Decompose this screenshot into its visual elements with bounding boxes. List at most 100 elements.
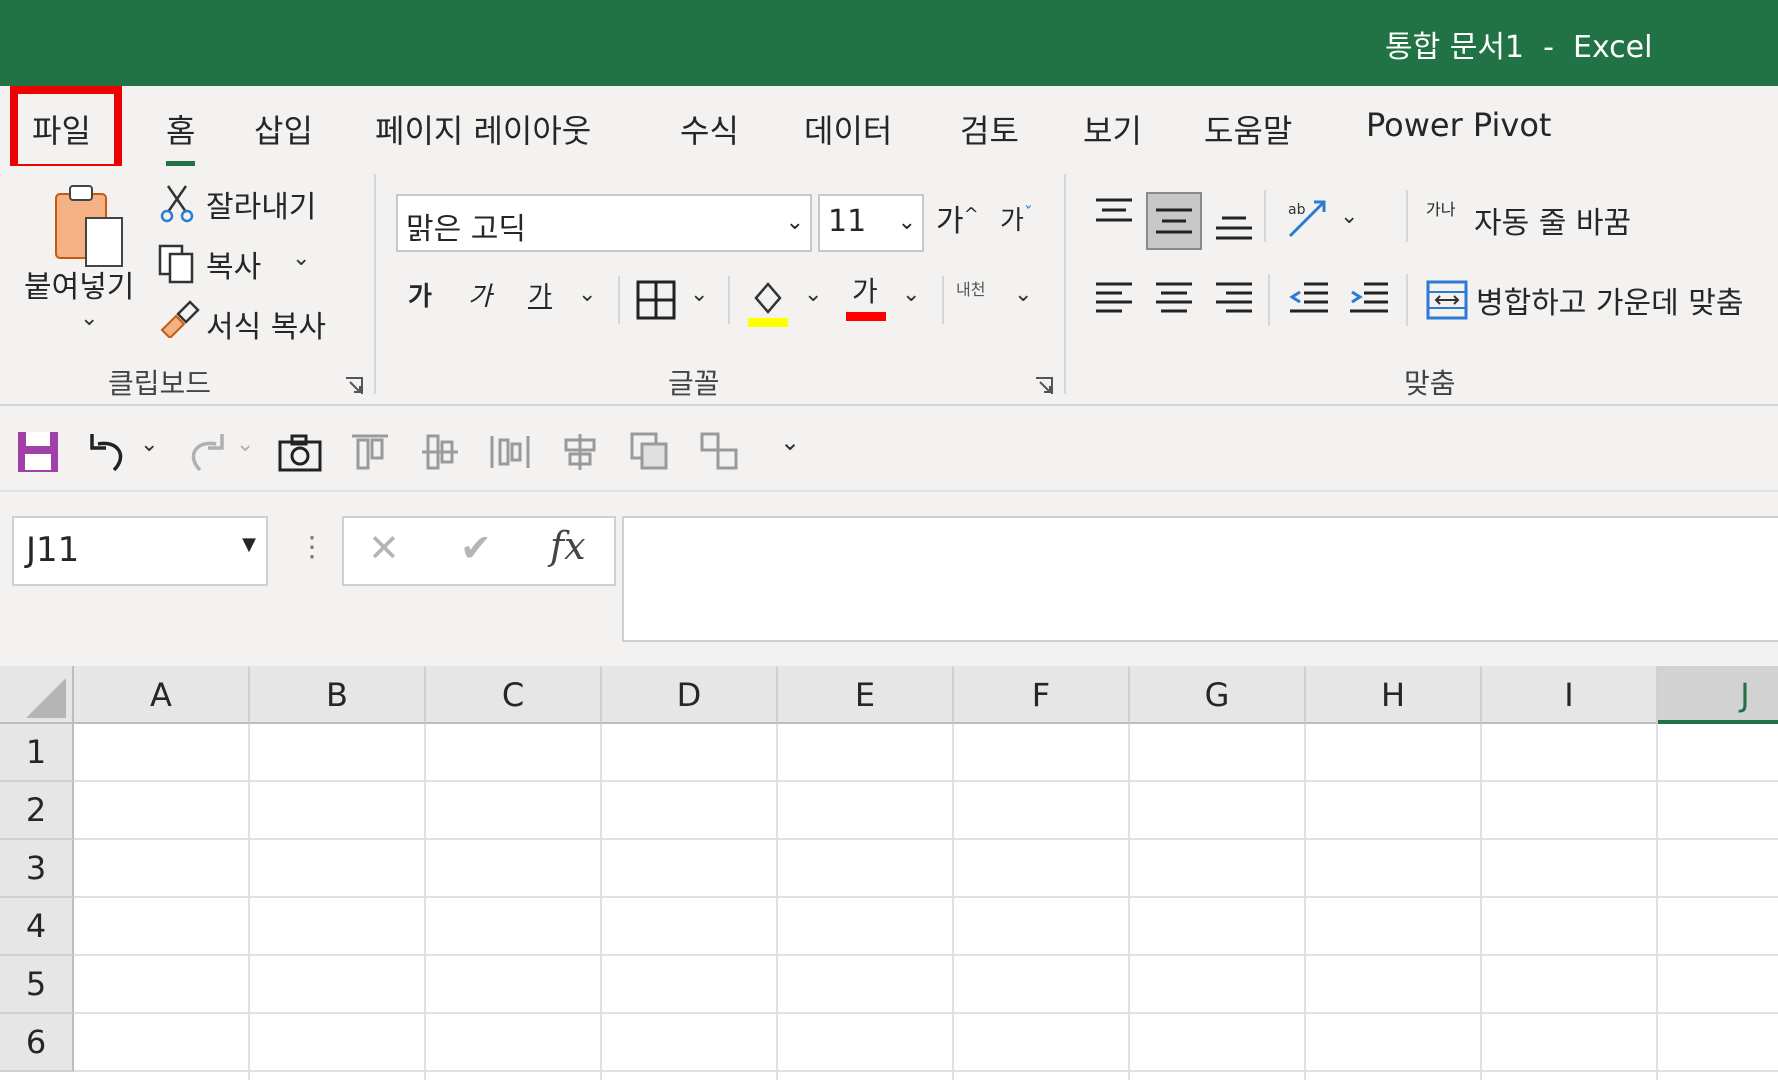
tab-view[interactable]: 보기 — [1083, 106, 1142, 152]
bold-button[interactable]: 가 — [408, 276, 432, 313]
orientation-dropdown-chevron-icon[interactable]: ⌄ — [1340, 204, 1358, 229]
phonetic-guide-button[interactable]: 내천 — [956, 276, 985, 300]
paste-icon[interactable] — [52, 182, 128, 272]
insert-function-button[interactable]: fx — [550, 524, 586, 568]
clipboard-dialog-launcher-icon[interactable] — [344, 376, 364, 396]
grid-row-line — [74, 1070, 1778, 1072]
copy-dropdown-chevron-icon[interactable]: ⌄ — [292, 246, 310, 271]
column-header-e[interactable]: E — [778, 666, 954, 724]
column-header-a[interactable]: A — [74, 666, 250, 724]
row-header-6[interactable]: 6 — [0, 1014, 74, 1072]
customize-qat-icon[interactable]: ⌄ — [780, 428, 800, 456]
tab-page-layout[interactable]: 페이지 레이아웃 — [375, 106, 591, 152]
name-box-dropdown-icon[interactable]: ▼ — [242, 534, 256, 555]
bottom-align-icon[interactable] — [1214, 208, 1254, 242]
merge-center-icon[interactable] — [1426, 280, 1468, 320]
tab-formulas[interactable]: 수식 — [680, 106, 739, 152]
redo-icon[interactable] — [184, 430, 226, 474]
grid-column-line — [1480, 724, 1482, 1080]
column-header-f[interactable]: F — [954, 666, 1130, 724]
copy-button[interactable]: 복사 — [206, 242, 261, 286]
font-name-dropdown[interactable]: 맑은 고딕 ⌄ — [396, 194, 812, 252]
grid-row-line — [74, 954, 1778, 956]
tab-power-pivot[interactable]: Power Pivot — [1366, 106, 1551, 144]
underline-dropdown-chevron-icon[interactable]: ⌄ — [578, 282, 596, 307]
fill-color-icon[interactable] — [746, 274, 790, 330]
save-icon[interactable] — [16, 430, 60, 474]
tab-review[interactable]: 검토 — [960, 106, 1019, 152]
grid-row-line — [74, 1012, 1778, 1014]
tab-insert[interactable]: 삽입 — [254, 106, 313, 152]
column-header-h[interactable]: H — [1306, 666, 1482, 724]
increase-font-size-button[interactable]: 가^ — [936, 196, 979, 240]
row-header-2[interactable]: 2 — [0, 782, 74, 840]
italic-button[interactable]: 가 — [468, 276, 492, 313]
column-header-c[interactable]: C — [426, 666, 602, 724]
group-objects-icon[interactable] — [700, 432, 742, 472]
borders-icon[interactable] — [636, 280, 676, 320]
paste-button[interactable]: 붙여넣기 — [24, 262, 134, 306]
separator — [374, 174, 376, 394]
fill-color-dropdown-chevron-icon[interactable]: ⌄ — [804, 282, 822, 307]
undo-icon[interactable] — [88, 430, 130, 474]
align-middle-objects-icon[interactable] — [420, 432, 460, 472]
font-color-glyph[interactable]: 가 — [852, 270, 878, 310]
grid-row-line — [74, 838, 1778, 840]
font-dialog-launcher-icon[interactable] — [1034, 376, 1054, 396]
wrap-text-button[interactable]: 자동 줄 바꿈 — [1474, 198, 1631, 242]
window-title: 통합 문서1 - Excel — [1385, 30, 1653, 65]
cancel-icon[interactable]: ✕ — [368, 526, 400, 570]
orientation-icon[interactable]: ab — [1284, 196, 1330, 240]
select-all-triangle-icon — [26, 678, 66, 718]
undo-dropdown-chevron-icon[interactable]: ⌄ — [140, 432, 158, 457]
tab-home[interactable]: 홈 — [166, 106, 196, 166]
column-header-g[interactable]: G — [1130, 666, 1306, 724]
middle-align-icon — [1156, 208, 1192, 234]
row-header-3[interactable]: 3 — [0, 840, 74, 898]
grid-column-line — [1656, 724, 1658, 1080]
decrease-font-size-button[interactable]: 가ˇ — [1000, 200, 1033, 237]
wrap-text-icon[interactable]: 가나 — [1426, 202, 1466, 218]
row-header-1[interactable]: 1 — [0, 724, 74, 782]
align-center-icon[interactable] — [1154, 280, 1194, 316]
copy-icon[interactable] — [156, 242, 198, 284]
column-header-d[interactable]: D — [602, 666, 778, 724]
format-painter-icon[interactable] — [156, 298, 200, 338]
formula-bar-grip-icon[interactable]: ⋮ — [298, 530, 326, 563]
redo-dropdown-chevron-icon[interactable]: ⌄ — [236, 432, 254, 457]
tab-data[interactable]: 데이터 — [804, 106, 892, 152]
name-box[interactable]: J11 ▼ — [12, 516, 268, 586]
select-all-button[interactable] — [0, 666, 74, 724]
formula-input[interactable] — [622, 516, 1778, 642]
column-header-j[interactable]: J — [1658, 666, 1778, 724]
align-left-icon[interactable] — [1094, 280, 1134, 316]
phonetic-dropdown-chevron-icon[interactable]: ⌄ — [1014, 282, 1032, 307]
decrease-indent-icon[interactable] — [1288, 280, 1330, 316]
row-header-5[interactable]: 5 — [0, 956, 74, 1014]
distribute-horizontally-icon[interactable] — [490, 432, 530, 472]
row-header-4[interactable]: 4 — [0, 898, 74, 956]
camera-icon[interactable] — [278, 432, 322, 472]
cut-icon[interactable] — [160, 184, 194, 224]
paste-dropdown-chevron-icon[interactable]: ⌄ — [80, 306, 98, 331]
ribbon-tabs: 파일 홈 삽입 페이지 레이아웃 수식 데이터 검토 보기 도움말 Power … — [0, 86, 1778, 166]
merge-center-button[interactable]: 병합하고 가운데 맞춤 — [1476, 278, 1743, 322]
middle-align-button[interactable] — [1146, 192, 1202, 250]
column-header-b[interactable]: B — [250, 666, 426, 724]
increase-indent-icon[interactable] — [1348, 280, 1390, 316]
top-align-icon[interactable] — [1094, 196, 1134, 230]
align-right-icon[interactable] — [1214, 280, 1254, 316]
align-top-objects-icon[interactable] — [350, 432, 390, 472]
separator — [618, 276, 620, 324]
bring-forward-icon[interactable] — [630, 432, 670, 472]
format-painter-button[interactable]: 서식 복사 — [206, 302, 326, 346]
borders-dropdown-chevron-icon[interactable]: ⌄ — [690, 282, 708, 307]
underline-button[interactable]: 가 — [528, 276, 552, 313]
align-center-objects-icon[interactable] — [560, 432, 600, 472]
column-header-i[interactable]: I — [1482, 666, 1658, 724]
cut-button[interactable]: 잘라내기 — [206, 182, 316, 226]
enter-icon[interactable]: ✔ — [460, 526, 492, 570]
font-size-dropdown[interactable]: 11 ⌄ — [818, 194, 924, 252]
tab-help[interactable]: 도움말 — [1204, 106, 1292, 152]
font-color-dropdown-chevron-icon[interactable]: ⌄ — [902, 282, 920, 307]
